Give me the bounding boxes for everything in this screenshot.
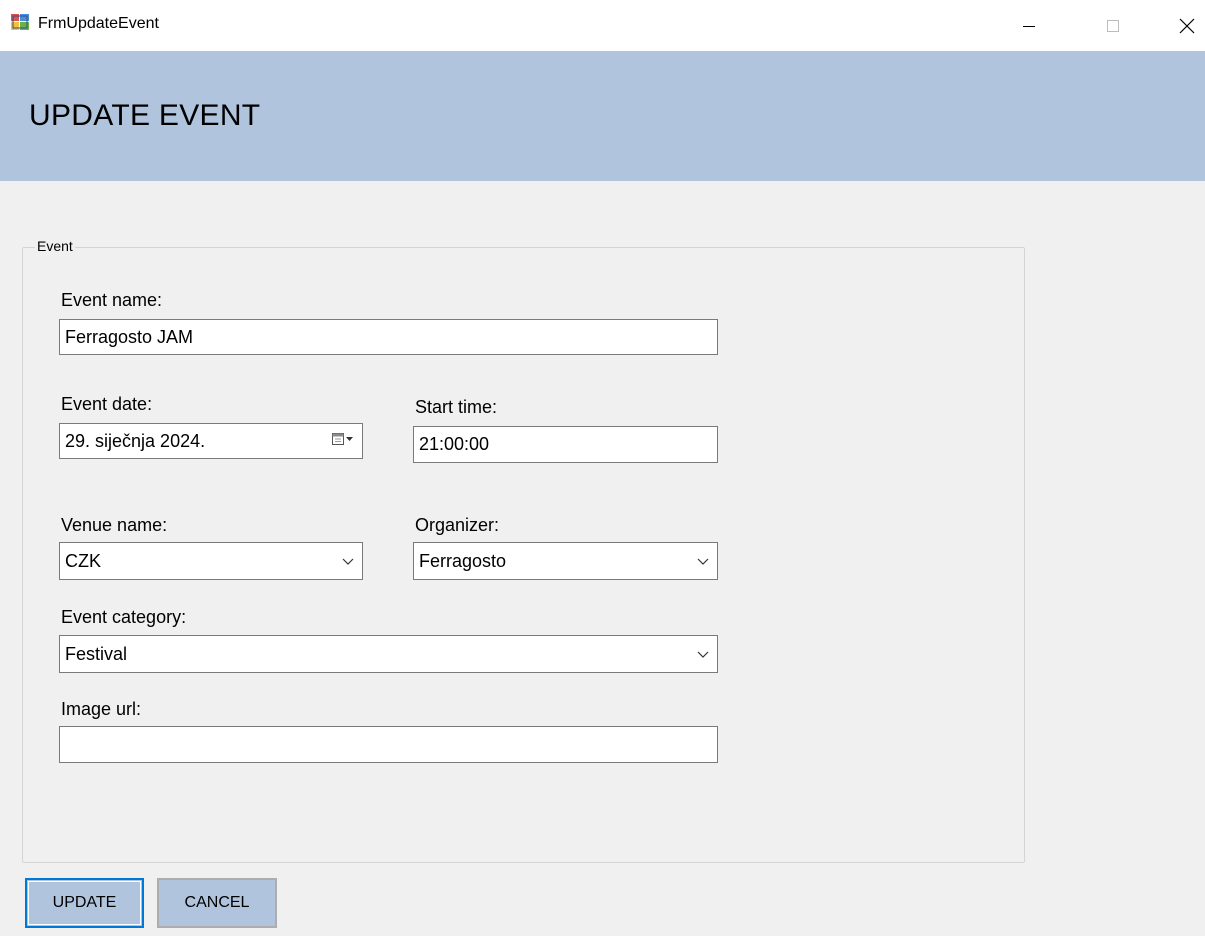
window-title: FrmUpdateEvent (38, 15, 159, 32)
chevron-down-icon (689, 543, 717, 579)
page-title: UPDATE EVENT (29, 99, 261, 132)
title-bar: FrmUpdateEvent (0, 0, 1205, 51)
event-name-input[interactable] (59, 319, 718, 355)
organizer-value: Ferragosto (419, 550, 507, 571)
header-banner: UPDATE EVENT (0, 51, 1205, 181)
venue-name-select[interactable]: CZK (59, 542, 363, 580)
minimize-icon (1021, 18, 1037, 34)
close-button[interactable] (1157, 0, 1205, 51)
close-icon (1178, 17, 1196, 35)
event-groupbox-legend: Event (35, 238, 75, 254)
image-url-label: Image url: (61, 699, 142, 719)
event-date-picker[interactable]: 29. siječnja 2024. (59, 423, 363, 459)
start-time-label: Start time: (415, 397, 498, 417)
event-date-value: 29. siječnja 2024. (65, 430, 206, 451)
event-date-label: Event date: (61, 394, 153, 414)
form-window: FrmUpdateEvent UPDATE EVENT Event Event … (0, 0, 1205, 936)
event-category-select[interactable]: Festival (59, 635, 718, 673)
chevron-down-icon (334, 543, 362, 579)
organizer-label: Organizer: (415, 515, 500, 535)
maximize-icon (1105, 18, 1121, 34)
event-name-label: Event name: (61, 290, 163, 310)
image-url-input[interactable] (59, 726, 718, 763)
calendar-icon (331, 431, 355, 452)
app-window-icon (11, 14, 29, 30)
event-category-label: Event category: (61, 607, 187, 627)
minimize-button[interactable] (999, 0, 1059, 51)
calendar-dropdown-button[interactable] (324, 424, 362, 458)
venue-name-label: Venue name: (61, 515, 168, 535)
start-time-input[interactable] (413, 426, 718, 463)
cancel-button[interactable]: CANCEL (157, 878, 277, 928)
chevron-down-icon (689, 636, 717, 672)
venue-name-value: CZK (65, 550, 101, 571)
event-category-value: Festival (65, 643, 128, 664)
organizer-select[interactable]: Ferragosto (413, 542, 718, 580)
update-button[interactable]: UPDATE (25, 878, 144, 928)
maximize-button[interactable] (1083, 0, 1143, 51)
